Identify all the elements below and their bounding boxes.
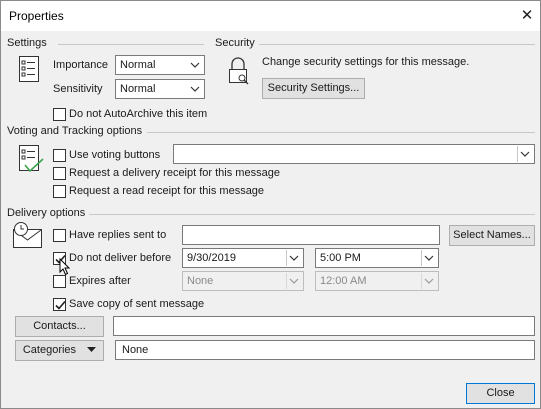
settings-list-icon	[19, 56, 39, 82]
security-heading: Security	[215, 37, 255, 49]
delivery-receipt-checkbox[interactable]	[53, 167, 66, 180]
sensitivity-value: Normal	[120, 83, 156, 95]
voting-options-select[interactable]	[173, 144, 535, 164]
caret-down-icon	[87, 347, 97, 353]
settings-heading: Settings	[7, 37, 47, 49]
use-voting-checkbox[interactable]	[53, 149, 66, 162]
read-receipt-checkbox[interactable]	[53, 185, 66, 198]
voting-divider	[147, 132, 535, 133]
deliver-time-select[interactable]: 5:00 PM	[315, 248, 439, 268]
delivery-receipt-label: Request a delivery receipt for this mess…	[69, 167, 280, 179]
expires-after-checkbox[interactable]	[53, 275, 66, 288]
window-title: Properties	[9, 9, 64, 23]
replies-to-input[interactable]	[182, 225, 440, 245]
chevron-down-icon	[188, 57, 202, 73]
expires-after-label: Expires after	[69, 275, 131, 287]
lock-icon	[227, 56, 249, 86]
categories-label: Categories	[22, 344, 77, 356]
properties-dialog: Properties ✕ Settings Importance Normal …	[0, 0, 541, 409]
close-icon: ✕	[520, 7, 534, 24]
voting-heading: Voting and Tracking options	[7, 125, 143, 137]
mouse-cursor-icon	[59, 258, 71, 276]
save-copy-checkbox[interactable]	[53, 298, 66, 311]
expires-date-value: None	[187, 275, 214, 287]
importance-label: Importance	[53, 59, 109, 71]
select-names-button[interactable]: Select Names...	[449, 225, 535, 246]
autoarchive-label: Do not AutoArchive this item	[69, 108, 208, 120]
expires-time-select[interactable]: 12:00 AM	[315, 271, 439, 291]
contacts-input[interactable]	[113, 316, 535, 336]
chevron-down-icon	[517, 146, 532, 162]
close-window-button[interactable]: ✕	[517, 6, 537, 26]
categories-input[interactable]: None	[115, 340, 535, 360]
use-voting-label: Use voting buttons	[69, 149, 161, 161]
contacts-button[interactable]: Contacts...	[15, 316, 104, 337]
close-button[interactable]: Close	[466, 383, 535, 404]
chevron-down-icon	[421, 250, 436, 266]
deliver-time-value: 5:00 PM	[320, 252, 361, 264]
chevron-down-icon	[421, 273, 436, 289]
sensitivity-select[interactable]: Normal	[115, 79, 205, 99]
title-bar	[1, 1, 540, 31]
have-replies-label: Have replies sent to	[69, 229, 167, 241]
categories-value: None	[122, 344, 149, 356]
importance-select[interactable]: Normal	[115, 55, 205, 75]
security-description: Change security settings for this messag…	[262, 56, 470, 68]
delivery-divider	[89, 214, 535, 215]
chevron-down-icon	[286, 250, 301, 266]
categories-button[interactable]: Categories	[15, 340, 104, 361]
voting-list-icon	[19, 145, 45, 175]
chevron-down-icon	[286, 273, 301, 289]
security-divider	[259, 44, 535, 45]
expires-time-value: 12:00 AM	[320, 275, 367, 287]
chevron-down-icon	[188, 81, 202, 97]
do-not-deliver-label: Do not deliver before	[69, 252, 172, 264]
security-settings-button[interactable]: Security Settings...	[262, 78, 365, 99]
have-replies-checkbox[interactable]	[53, 229, 66, 242]
autoarchive-checkbox[interactable]	[53, 108, 66, 121]
deliver-date-value: 9/30/2019	[187, 252, 236, 264]
save-copy-label: Save copy of sent message	[69, 298, 205, 310]
deliver-date-select[interactable]: 9/30/2019	[182, 248, 304, 268]
delivery-heading: Delivery options	[7, 207, 86, 219]
checkmark-icon	[55, 300, 66, 310]
expires-date-select[interactable]: None	[182, 271, 304, 291]
settings-divider	[58, 44, 204, 45]
read-receipt-label: Request a read receipt for this message	[69, 185, 265, 197]
envelope-clock-icon	[13, 221, 45, 249]
importance-value: Normal	[120, 59, 156, 71]
sensitivity-label: Sensitivity	[53, 83, 103, 95]
